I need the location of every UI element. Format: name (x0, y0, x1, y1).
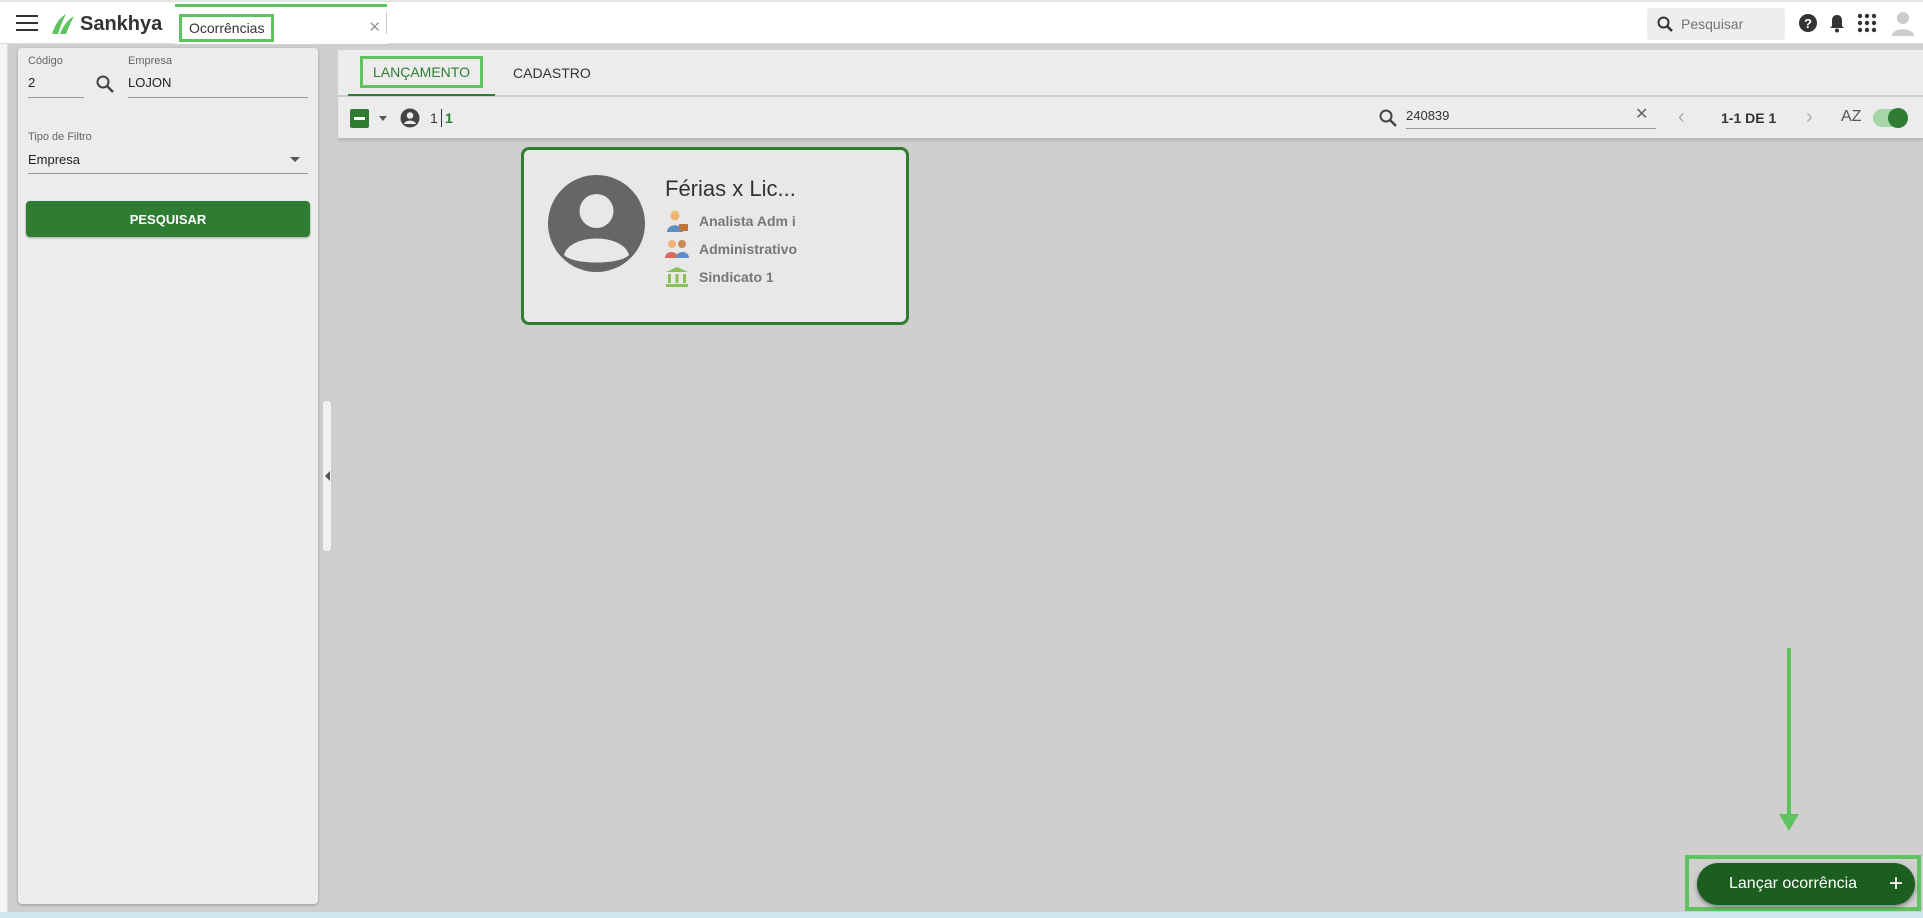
card-department-row: Administrativo (665, 238, 797, 260)
occurrence-card[interactable]: Férias x Lic... Analista Adm i Administr… (521, 147, 909, 325)
left-edge-strip (0, 44, 8, 912)
dropdown-arrow-icon (290, 157, 300, 162)
codigo-underline (28, 97, 84, 98)
top-bar: Sankhya Ocorrências ✕ ? (0, 0, 1923, 44)
annotation-arrow-head (1779, 814, 1799, 831)
collapse-arrow-icon (325, 471, 330, 481)
card-title: Férias x Lic... (665, 176, 796, 201)
search-icon[interactable] (1379, 109, 1397, 127)
list-toolbar: 1 1 ✕ ‹ 1-1 DE 1 › AZ (338, 97, 1923, 139)
toggle-knob (1888, 108, 1908, 128)
tab-cadastro[interactable]: CADASTRO (501, 50, 603, 96)
close-icon[interactable]: ✕ (368, 18, 381, 36)
lancar-ocorrencia-label: Lançar ocorrência (1729, 875, 1858, 892)
empresa-field[interactable] (128, 75, 308, 90)
chevron-left-icon[interactable]: ‹ (1678, 106, 1685, 129)
bell-icon[interactable] (1828, 13, 1846, 33)
empresa-label: Empresa (128, 55, 173, 67)
search-icon[interactable] (96, 75, 114, 93)
panel-splitter[interactable] (322, 400, 332, 552)
card-role: Analista Adm i (699, 213, 796, 229)
chevron-right-icon[interactable]: › (1806, 106, 1813, 129)
institution-icon (666, 267, 688, 287)
selection-menu-icon[interactable] (379, 116, 387, 121)
avatar (548, 175, 645, 272)
filter-panel: Código Empresa Tipo de Filtro Empresa PE… (18, 48, 318, 904)
pesquisar-button[interactable]: PESQUISAR (26, 201, 310, 237)
count-divider (441, 109, 442, 127)
main-tabs: LANÇAMENTO CADASTRO (338, 50, 1923, 96)
svg-text:?: ? (1804, 16, 1812, 31)
tab-ocorrencias[interactable]: Ocorrências ✕ (175, 4, 387, 44)
sort-az-icon[interactable]: AZ (1841, 108, 1861, 126)
search-icon (1657, 16, 1673, 32)
view-toggle[interactable] (1873, 108, 1908, 128)
tab-lancamento[interactable]: LANÇAMENTO (348, 50, 495, 96)
bottom-strip (0, 912, 1923, 918)
select-all-checkbox[interactable] (350, 109, 369, 128)
clear-icon[interactable]: ✕ (1635, 104, 1648, 124)
tipo-filtro-value: Empresa (28, 152, 81, 167)
tab-divider (386, 12, 387, 34)
logo[interactable]: Sankhya (48, 12, 162, 36)
total-count: 1 (445, 110, 453, 126)
user-avatar-icon[interactable] (1891, 10, 1915, 36)
plus-icon: + (1888, 870, 1903, 897)
worker-icon (667, 210, 688, 232)
help-icon[interactable]: ? (1798, 13, 1818, 33)
pager-info: 1-1 DE 1 (1721, 110, 1777, 126)
tipo-filtro-underline (28, 173, 308, 174)
apps-grid-icon[interactable] (1857, 13, 1877, 33)
lancar-ocorrencia-button[interactable]: Lançar ocorrência + (1697, 863, 1915, 905)
brand-name: Sankhya (80, 12, 163, 35)
global-search-input[interactable] (1681, 16, 1781, 32)
team-icon (665, 240, 689, 258)
tab-lancamento-label: LANÇAMENTO (360, 56, 483, 88)
card-department: Administrativo (699, 241, 798, 257)
sankhya-logo-icon (52, 14, 74, 34)
person-circle-icon (400, 108, 420, 128)
global-search[interactable] (1647, 8, 1785, 40)
list-filter-input[interactable] (1406, 103, 1656, 129)
codigo-label: Código (28, 55, 63, 67)
tipo-filtro-select[interactable]: Empresa (28, 148, 308, 172)
tab-ocorrencias-label: Ocorrências (179, 14, 275, 42)
menu-icon[interactable] (16, 15, 38, 31)
annotation-arrow-line (1787, 648, 1791, 816)
card-union-row: Sindicato 1 (665, 266, 774, 288)
person-avatar-icon (564, 194, 629, 263)
empresa-underline (128, 97, 308, 98)
card-role-row: Analista Adm i (665, 210, 796, 232)
tipo-filtro-label: Tipo de Filtro (28, 131, 92, 143)
card-union: Sindicato 1 (699, 269, 774, 285)
codigo-field[interactable] (28, 75, 88, 90)
selected-count: 1 (430, 110, 438, 126)
